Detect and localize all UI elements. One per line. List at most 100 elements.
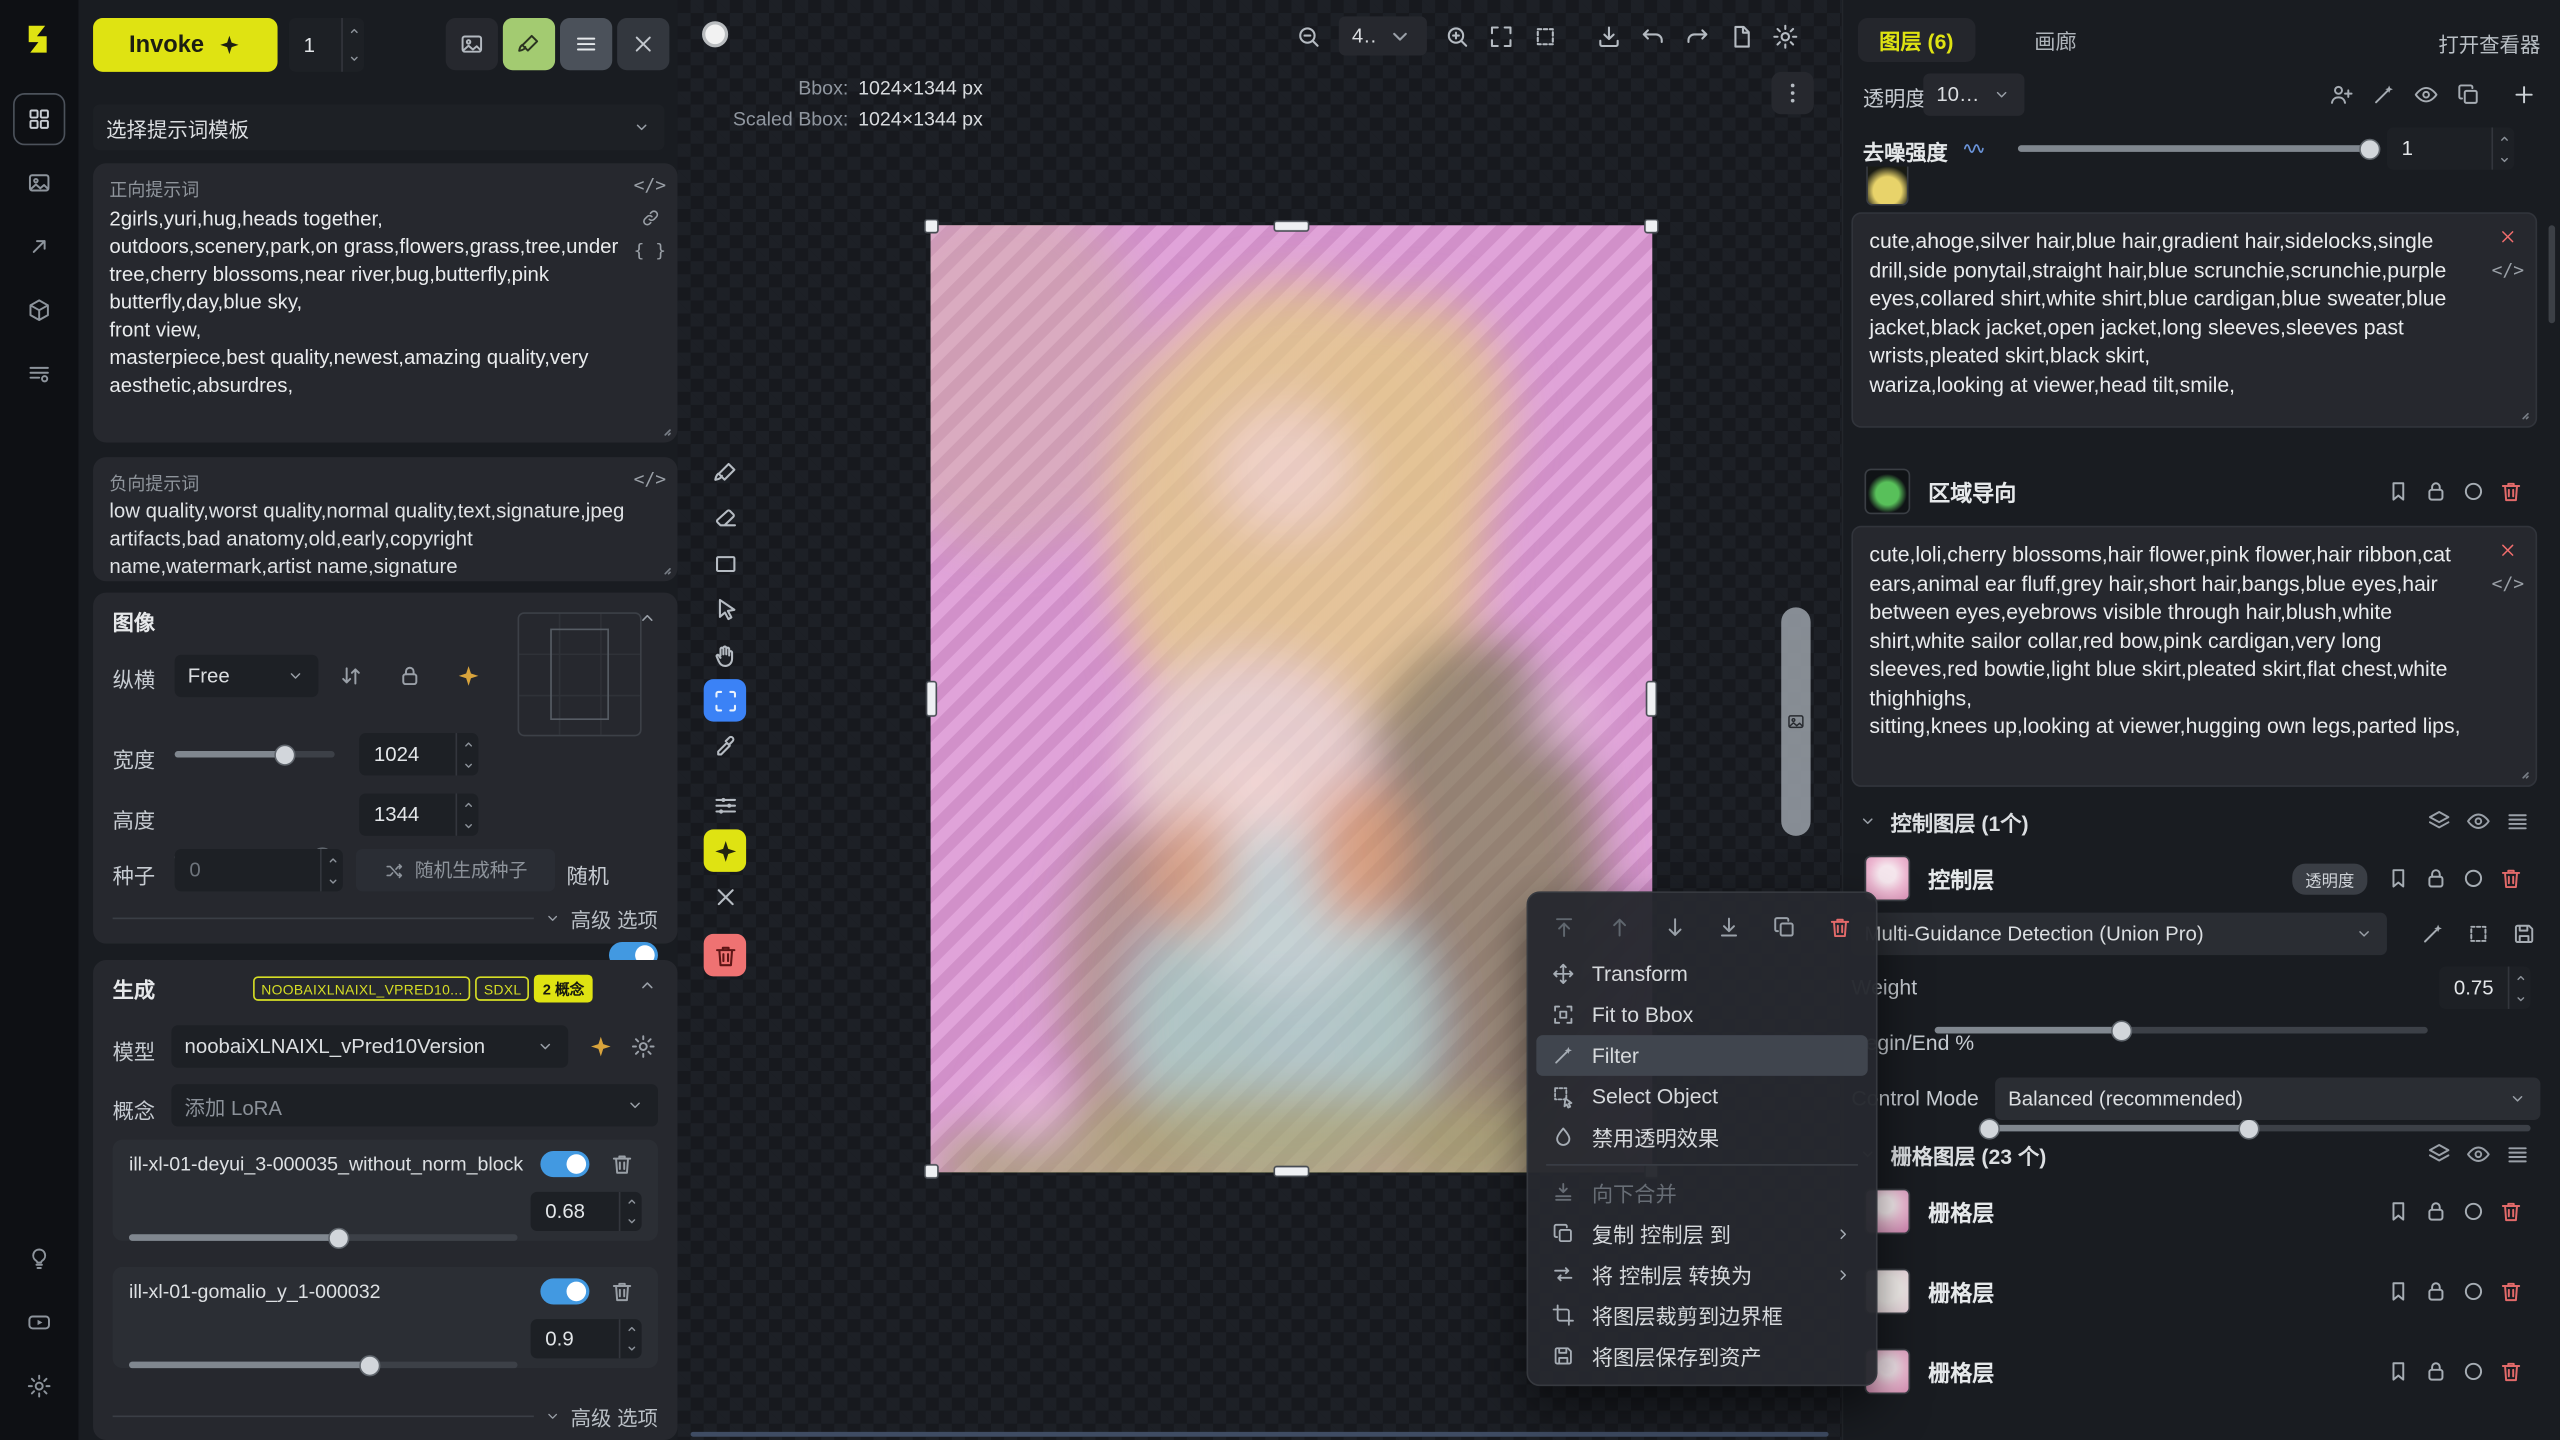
lora-weight-input[interactable]: 0.68 — [531, 1192, 642, 1231]
color-picker-tool-button[interactable] — [704, 725, 746, 767]
raster-layer-row[interactable]: 栅格层 — [1851, 1182, 2537, 1241]
code-icon[interactable]: </> — [634, 176, 666, 194]
canvas-horizontal-scrollbar[interactable] — [691, 1432, 1829, 1437]
lock-icon[interactable] — [2423, 478, 2449, 504]
tab-layers[interactable]: 图层 (6) — [1858, 18, 1975, 62]
pan-tool-button[interactable] — [704, 633, 746, 675]
eye-icon[interactable] — [2465, 1141, 2491, 1167]
swap-dimensions-icon[interactable] — [338, 663, 364, 689]
regional-guidance-layer-row[interactable]: 区域导向 — [1851, 462, 2537, 521]
link-icon[interactable] — [639, 207, 660, 228]
menu-item-crop-to-bbox[interactable]: 将图层裁剪到边界框 — [1536, 1295, 1867, 1336]
lora-enabled-toggle[interactable] — [540, 1278, 589, 1304]
random-seed-button[interactable]: 随机生成种子 — [356, 849, 555, 891]
weight-slider[interactable] — [1935, 1009, 2428, 1051]
gallery-image-button[interactable] — [446, 18, 498, 70]
close-icon[interactable] — [2498, 540, 2518, 560]
resize-grip-icon[interactable] — [2509, 400, 2532, 423]
lora-weight-stepper[interactable] — [619, 1319, 642, 1358]
menu-item-filter[interactable]: Filter — [1536, 1035, 1867, 1076]
move-up-icon[interactable] — [1606, 914, 1632, 940]
positive-prompt-card[interactable]: 正向提示词 </> { } 2girls,yuri,hug,heads toge… — [93, 163, 677, 442]
nav-tab-generate[interactable] — [13, 157, 65, 209]
layer-thumbnail[interactable] — [1864, 469, 1910, 515]
nav-tab-upscaling[interactable] — [13, 220, 65, 272]
menu-item-disable-transparency[interactable]: 禁用透明效果 — [1536, 1117, 1867, 1158]
trash-icon[interactable] — [2498, 1358, 2524, 1384]
eye-icon[interactable] — [2465, 808, 2491, 834]
filter-wand-icon[interactable] — [2420, 921, 2446, 947]
help-icon[interactable] — [13, 1233, 65, 1285]
visibility-circle-icon[interactable] — [2460, 1198, 2486, 1224]
image-advanced-expander[interactable]: 高级 选项 — [113, 903, 658, 934]
regional-prompt-box[interactable]: cute,ahoge,silver hair,blue hair,gradien… — [1851, 212, 2537, 428]
model-settings-gear-icon[interactable] — [630, 1033, 656, 1059]
denoise-input[interactable]: 1 — [2387, 127, 2514, 169]
regional-guidance-layer-thumbnail[interactable] — [1866, 167, 1908, 206]
regional-prompt-text[interactable]: cute,loli,cherry blossoms,hair flower,pi… — [1869, 540, 2489, 740]
undo-button[interactable] — [1639, 22, 1667, 50]
bbox-handle-right[interactable] — [1646, 681, 1657, 717]
control-layers-section-header[interactable]: 控制图层 (1个) — [1851, 800, 2537, 842]
regional-prompt-box[interactable]: cute,loli,cherry blossoms,hair flower,pi… — [1851, 526, 2537, 787]
bbox-handle-left[interactable] — [926, 681, 937, 717]
move-down-icon[interactable] — [1661, 914, 1687, 940]
open-viewer-button[interactable]: 打开查看器 — [2438, 28, 2540, 59]
move-to-back-icon[interactable] — [1717, 914, 1743, 940]
canvas-overflow-menu-button[interactable] — [1771, 72, 1813, 114]
weight-input[interactable]: 0.75 — [2439, 967, 2530, 1009]
bookmark-icon[interactable] — [2385, 1278, 2411, 1304]
close-icon[interactable] — [2498, 227, 2518, 247]
eye-icon[interactable] — [2413, 82, 2439, 108]
menu-item-convert-control-layer[interactable]: 将 控制层 转换为 — [1536, 1254, 1867, 1295]
redo-button[interactable] — [1683, 22, 1711, 50]
nav-tab-canvas[interactable] — [13, 93, 65, 145]
control-mode-select[interactable]: Balanced (recommended) — [1995, 1078, 2540, 1120]
lora-enabled-toggle[interactable] — [540, 1151, 589, 1177]
apply-filter-button[interactable] — [704, 829, 746, 871]
nav-tab-queue[interactable] — [13, 348, 65, 400]
weight-stepper[interactable] — [2508, 967, 2531, 1009]
zoom-out-button[interactable] — [1295, 22, 1323, 50]
bbox-handle-top-right[interactable] — [1644, 219, 1659, 234]
code-icon[interactable]: </> — [634, 470, 666, 488]
bbox-handle-bottom[interactable] — [1273, 1166, 1309, 1177]
control-model-select[interactable]: Multi-Guidance Detection (Union Pro) — [1851, 913, 2387, 955]
raster-layer-row[interactable]: 栅格层 — [1851, 1262, 2537, 1321]
seed-stepper[interactable] — [320, 849, 343, 891]
seed-input[interactable]: 0 — [175, 849, 343, 891]
trash-icon[interactable] — [609, 1278, 635, 1304]
lora-weight-slider[interactable] — [129, 1218, 518, 1257]
move-to-front-icon[interactable] — [1551, 914, 1577, 940]
model-defaults-sparkle-icon[interactable] — [588, 1033, 614, 1059]
move-tool-button[interactable] — [704, 588, 746, 630]
control-layer-row[interactable]: 控制层 透明度 — [1851, 849, 2537, 908]
generation-advanced-expander[interactable]: 高级 选项 — [113, 1401, 658, 1432]
duplicate-icon[interactable] — [1772, 914, 1798, 940]
close-button[interactable] — [617, 18, 669, 70]
resize-grip-icon[interactable] — [651, 416, 674, 439]
height-stepper[interactable] — [456, 793, 479, 835]
prompt-template-select[interactable]: 选择提示词模板 — [93, 104, 664, 150]
youtube-icon[interactable] — [13, 1296, 65, 1348]
canvas-settings-gear-button[interactable] — [1771, 22, 1799, 50]
braces-icon[interactable]: { } — [634, 242, 666, 260]
lora-weight-stepper[interactable] — [619, 1192, 642, 1231]
zoom-level-select[interactable]: 47% — [1339, 16, 1427, 55]
fit-to-screen-button[interactable] — [1487, 22, 1515, 50]
frame-icon[interactable] — [2465, 921, 2491, 947]
bbox-tool-button[interactable] — [704, 679, 746, 721]
width-stepper[interactable] — [456, 733, 479, 775]
bookmark-icon[interactable] — [2385, 1358, 2411, 1384]
raster-layer-row[interactable]: 栅格层 — [1851, 1342, 2537, 1401]
bbox-handle-top[interactable] — [1273, 220, 1309, 231]
trash-icon[interactable] — [1827, 914, 1853, 940]
lock-icon[interactable] — [2423, 865, 2449, 891]
regional-prompt-text[interactable]: cute,ahoge,silver hair,blue hair,gradien… — [1869, 227, 2489, 398]
lock-aspect-icon[interactable] — [397, 663, 423, 689]
denoise-stepper[interactable] — [2491, 127, 2514, 169]
opacity-badge[interactable]: 透明度 — [2292, 863, 2367, 894]
bookmark-icon[interactable] — [2385, 478, 2411, 504]
noise-wave-icon[interactable] — [1943, 137, 2005, 160]
cancel-button[interactable] — [704, 875, 746, 917]
